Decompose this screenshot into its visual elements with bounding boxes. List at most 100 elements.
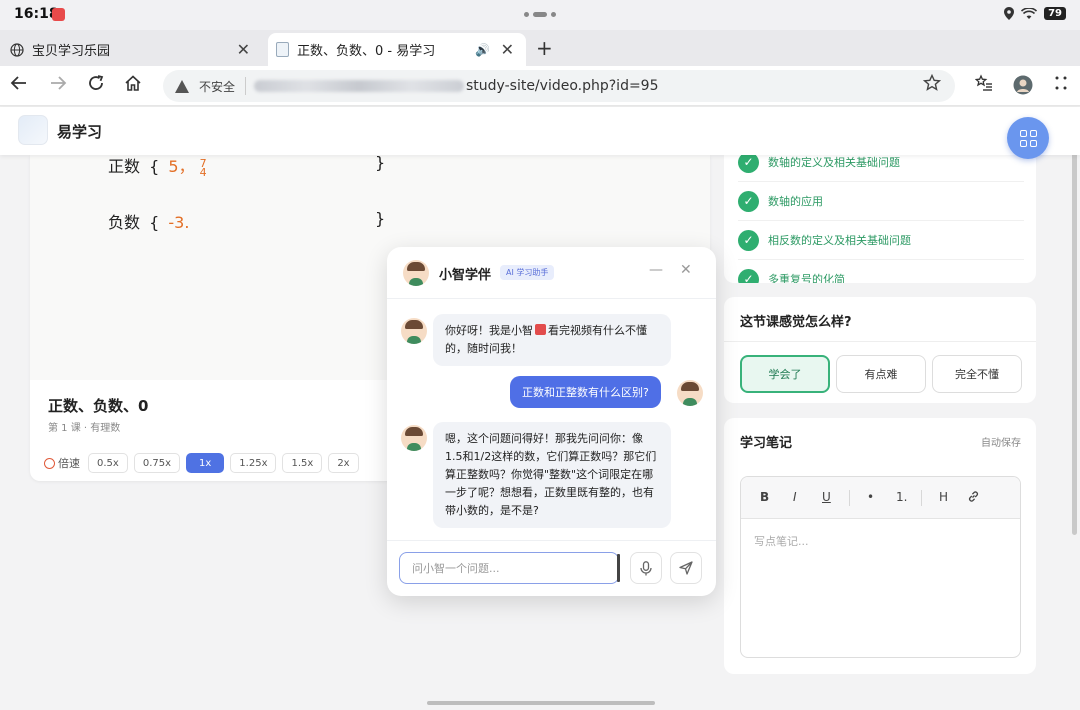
site-logo[interactable] [18, 115, 48, 145]
check-icon: ✓ [738, 155, 759, 173]
feedback-title: 这节课感觉怎么样? [740, 315, 852, 330]
check-icon: ✓ [738, 229, 759, 251]
progress-item[interactable]: ✓ 数轴的定义及相关基础问题 [738, 155, 1024, 182]
speed-option-active[interactable]: 1x [186, 453, 225, 473]
numbered-list-button[interactable]: 1. [896, 490, 907, 504]
profile-avatar-icon[interactable] [1013, 75, 1033, 100]
message-bubble: 你好呀！我是小智 看完视频有什么不懂的，随时问我！ [433, 314, 671, 366]
speed-option[interactable]: 0.75x [133, 453, 181, 473]
assistant-avatar [403, 260, 429, 286]
status-icons: 79 [1004, 7, 1066, 20]
input-resize-handle[interactable] [617, 554, 620, 582]
lesson-title: 正数、负数、0 [48, 397, 149, 415]
location-icon [1004, 7, 1015, 20]
notes-card: 学习笔记 自动保存 B I U • 1. H 写点笔记... [724, 418, 1036, 674]
warning-icon [175, 79, 189, 93]
reload-icon[interactable] [87, 74, 105, 97]
wifi-icon [1021, 7, 1038, 19]
message-bubble: 嗯，这个问题问得好！那我先问问你：像1.5和1/2这样的数，它们算正数吗？那它们… [433, 422, 671, 528]
more-menu-icon[interactable] [1054, 74, 1068, 97]
lesson-subtitle: 第 1 课 · 有理数 [48, 423, 121, 434]
multitask-handle[interactable] [524, 12, 556, 17]
robot-emoji-icon [535, 324, 546, 335]
minimize-icon[interactable]: — [649, 262, 663, 278]
assistant-name: 小智学伴 [439, 268, 492, 283]
bullet-list-button[interactable]: • [867, 490, 874, 504]
link-icon[interactable] [967, 490, 980, 506]
tab-title: 宝贝学习乐园 [32, 44, 111, 59]
chat-message-ai: 嗯，这个问题问得好！那我先问问你：像1.5和1/2这样的数，它们算正数吗？那它们… [401, 422, 701, 528]
lesson-progress-list: ✓ 数轴的定义及相关基础问题 ✓ 数轴的应用 ✓ 相反数的定义及相关基础问题 ✓… [724, 155, 1036, 283]
check-icon: ✓ [738, 190, 759, 212]
home-indicator[interactable] [427, 701, 655, 705]
check-icon: ✓ [738, 268, 759, 283]
underline-button[interactable]: U [822, 490, 831, 504]
browser-tab-bar: 宝贝学习乐园 ✕ 正数、负数、0 - 易学习 🔊 ✕ + [0, 30, 1080, 66]
ai-chat-window: 小智学伴 AI 学习助手 — ✕ 你好呀！我是小智 看完视频有什么不懂的，随时问我… [387, 247, 716, 596]
url-text[interactable]: study-site/video.php?id=95 [466, 78, 658, 94]
board-line-positive: 正数 { 5， 74 [108, 156, 207, 179]
tab-close-icon[interactable]: ✕ [237, 40, 250, 59]
message-bubble: 正数和正整数有什么区别? [510, 376, 661, 408]
page-scrollbar[interactable] [1072, 115, 1077, 535]
system-status-bar: 16:18 79 [0, 0, 1080, 30]
url-redacted [254, 80, 465, 92]
tab-active-lesson[interactable]: 正数、负数、0 - 易学习 🔊 ✕ [268, 33, 526, 66]
microphone-icon[interactable] [630, 552, 662, 584]
notes-editor: B I U • 1. H 写点笔记... [740, 476, 1021, 658]
heading-button[interactable]: H [939, 490, 948, 504]
user-avatar [677, 380, 703, 406]
browser-toolbar: 不安全 study-site/video.php?id=95 [0, 66, 1080, 106]
assistant-avatar [401, 318, 427, 344]
autosave-label: 自动保存 [981, 438, 1021, 449]
favorites-list-icon[interactable] [974, 74, 993, 97]
grid-icon [1019, 129, 1037, 147]
italic-button[interactable]: I [793, 490, 797, 504]
close-icon[interactable]: ✕ [680, 262, 692, 278]
back-arrow-icon[interactable] [10, 74, 28, 97]
progress-item[interactable]: ✓ 数轴的应用 [738, 182, 1024, 221]
speed-option[interactable]: 0.5x [88, 453, 128, 473]
progress-item[interactable]: ✓ 相反数的定义及相关基础问题 [738, 221, 1024, 260]
chat-header: 小智学伴 AI 学习助手 — ✕ [387, 247, 716, 299]
security-label[interactable]: 不安全 [199, 78, 235, 95]
new-tab-button[interactable]: + [536, 36, 553, 60]
home-icon[interactable] [124, 74, 142, 97]
tab-audio-icon[interactable]: 🔊 [475, 43, 490, 57]
board-line-negative: 负数 { -3. [108, 213, 190, 232]
chat-input-area [387, 540, 716, 596]
tab-title: 正数、负数、0 - 易学习 [297, 44, 436, 59]
page-favicon-icon [276, 42, 289, 57]
feedback-lost-button[interactable]: 完全不懂 [932, 355, 1022, 393]
ai-badge: AI 学习助手 [500, 265, 555, 280]
notification-icon [52, 8, 65, 21]
site-header: 易学习 [0, 107, 1080, 155]
battery-indicator: 79 [1044, 7, 1066, 20]
feedback-learned-button[interactable]: 学会了 [740, 355, 830, 393]
speed-option[interactable]: 1.5x [282, 453, 323, 473]
forward-arrow-icon[interactable] [49, 74, 67, 97]
address-bar[interactable]: 不安全 study-site/video.php?id=95 [163, 70, 955, 102]
chat-input[interactable] [399, 552, 619, 584]
notes-textarea[interactable]: 写点笔记... [754, 533, 809, 549]
speed-option[interactable]: 1.25x [230, 453, 277, 473]
editor-toolbar: B I U • 1. H [741, 477, 1020, 519]
apps-floating-button[interactable] [1007, 117, 1049, 159]
progress-item[interactable]: ✓ 多重复号的化简 [738, 260, 1024, 283]
assistant-avatar [401, 425, 427, 451]
chat-message-user: 正数和正整数有什么区别? [387, 376, 716, 412]
site-name[interactable]: 易学习 [57, 121, 102, 142]
timer-icon [44, 457, 55, 469]
globe-icon [10, 42, 24, 57]
feedback-hard-button[interactable]: 有点难 [836, 355, 926, 393]
send-icon[interactable] [670, 552, 702, 584]
lesson-feedback-card: 这节课感觉怎么样? 学会了 有点难 完全不懂 [724, 297, 1036, 403]
playback-speed-selector: 倍速 0.5x 0.75x 1x 1.25x 1.5x 2x [44, 453, 365, 473]
tab-baobei[interactable]: 宝贝学习乐园 ✕ [0, 33, 266, 66]
tab-close-icon[interactable]: ✕ [501, 40, 514, 59]
speed-option[interactable]: 2x [328, 453, 359, 473]
notes-title: 学习笔记 [740, 436, 793, 451]
chat-message-ai: 你好呀！我是小智 看完视频有什么不懂的，随时问我！ [401, 314, 701, 366]
bold-button[interactable]: B [760, 490, 769, 504]
bookmark-star-icon[interactable] [922, 73, 942, 97]
